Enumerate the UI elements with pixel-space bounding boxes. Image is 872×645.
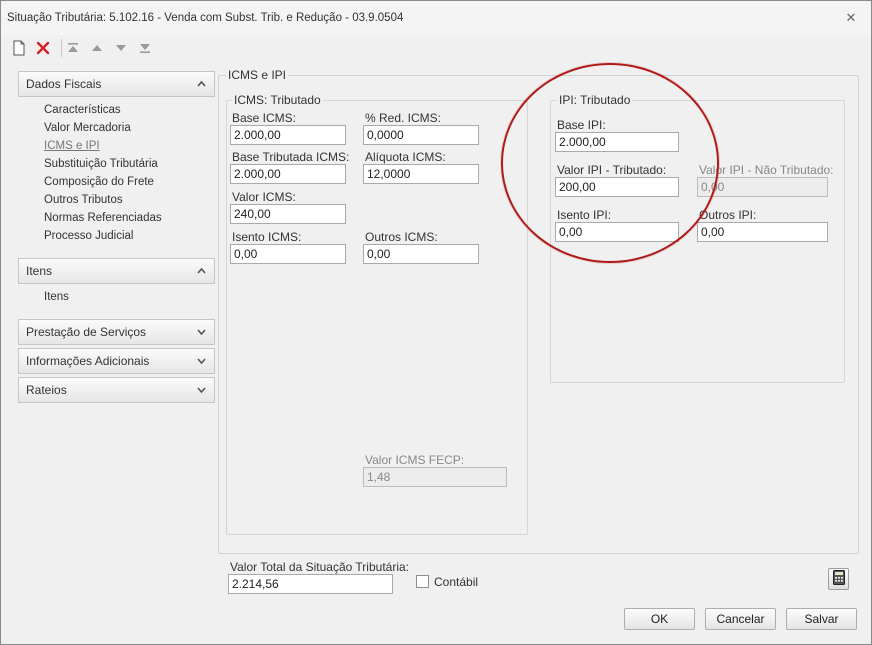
title-bar: Situação Tributária: 5.102.16 - Venda co… — [1, 1, 871, 35]
nav-section-label: Dados Fiscais — [26, 77, 102, 91]
nav-item-caracteristicas[interactable]: Características — [44, 104, 121, 116]
aliquota-icms-label: Alíquota ICMS: — [365, 150, 446, 164]
chevron-up-icon — [197, 72, 206, 104]
valor-ipi-tributado-field[interactable]: 200,00 — [555, 177, 679, 197]
valor-ipi-nao-tributado-field: 0,00 — [697, 177, 828, 197]
base-tributada-icms-label: Base Tributada ICMS: — [232, 150, 350, 164]
delete-icon[interactable] — [33, 37, 53, 59]
base-ipi-label: Base IPI: — [557, 118, 606, 132]
save-button[interactable]: Salvar — [786, 608, 857, 630]
nav-item-outros-tributos[interactable]: Outros Tributos — [44, 194, 123, 206]
window-title: Situação Tributária: 5.102.16 - Venda co… — [7, 12, 404, 24]
base-icms-label: Base ICMS: — [232, 111, 297, 125]
outros-ipi-label: Outros IPI: — [699, 208, 757, 222]
base-ipi-field[interactable]: 2.000,00 — [555, 132, 679, 152]
new-document-icon[interactable] — [9, 37, 29, 59]
nav-section-itens[interactable]: Itens — [18, 258, 215, 284]
valor-ipi-tributado-label: Valor IPI - Tributado: — [557, 163, 667, 177]
nav-item-substituicao-tributaria[interactable]: Substituição Tributária — [44, 158, 158, 170]
nav-section-label: Prestação de Serviços — [26, 325, 147, 339]
valor-total-field[interactable]: 2.214,56 — [228, 574, 393, 594]
nav-section-label: Rateios — [26, 383, 67, 397]
isento-ipi-field[interactable]: 0,00 — [555, 222, 679, 242]
icms-group-title: ICMS: Tributado — [232, 93, 323, 107]
valor-icms-field[interactable]: 240,00 — [230, 204, 346, 224]
outros-icms-field[interactable]: 0,00 — [363, 244, 479, 264]
chevron-up-icon — [197, 259, 206, 291]
base-tributada-icms-field[interactable]: 2.000,00 — [230, 164, 346, 184]
isento-icms-label: Isento ICMS: — [232, 230, 302, 244]
aliquota-icms-field[interactable]: 12,0000 — [363, 164, 479, 184]
valor-icms-fecp-field: 1,48 — [363, 467, 507, 487]
valor-total-label: Valor Total da Situação Tributária: — [230, 560, 409, 574]
move-first-icon[interactable] — [63, 37, 83, 59]
nav-section-prestacao-servicos[interactable]: Prestação de Serviços — [18, 319, 215, 345]
nav-section-label: Itens — [26, 264, 53, 278]
dialog-window: Situação Tributária: 5.102.16 - Venda co… — [0, 0, 872, 645]
base-icms-field[interactable]: 2.000,00 — [230, 125, 346, 145]
toolbar — [9, 37, 869, 59]
isento-icms-field[interactable]: 0,00 — [230, 244, 346, 264]
navigation-panel: Dados Fiscais Características Valor Merc… — [15, 67, 219, 607]
valor-ipi-nao-tributado-label: Valor IPI - Não Tributado: — [699, 163, 834, 177]
nav-item-composicao-frete[interactable]: Composição do Frete — [44, 176, 154, 188]
isento-ipi-label: Isento IPI: — [557, 208, 612, 222]
red-icms-label: % Red. ICMS: — [365, 111, 442, 125]
nav-item-icms-ipi[interactable]: ICMS e IPI — [44, 140, 100, 152]
valor-icms-label: Valor ICMS: — [232, 190, 296, 204]
chevron-down-icon — [197, 378, 206, 410]
nav-item-normas-referenciadas[interactable]: Normas Referenciadas — [44, 212, 162, 224]
move-down-icon[interactable] — [111, 37, 131, 59]
nav-item-processo-judicial[interactable]: Processo Judicial — [44, 230, 133, 242]
close-icon[interactable]: ✕ — [843, 10, 859, 26]
valor-icms-fecp-label: Valor ICMS FECP: — [365, 453, 465, 467]
nav-section-label: Informações Adicionais — [26, 354, 150, 368]
ipi-group-title: IPI: Tributado — [557, 93, 633, 107]
move-last-icon[interactable] — [135, 37, 155, 59]
nav-item-itens[interactable]: Itens — [44, 291, 69, 303]
nav-section-rateios[interactable]: Rateios — [18, 377, 215, 403]
icms-ipi-group-title: ICMS e IPI — [226, 68, 289, 82]
nav-section-dados-fiscais[interactable]: Dados Fiscais — [18, 71, 215, 97]
red-icms-field[interactable]: 0,0000 — [363, 125, 479, 145]
outros-icms-label: Outros ICMS: — [365, 230, 438, 244]
nav-item-valor-mercadoria[interactable]: Valor Mercadoria — [44, 122, 131, 134]
calculator-icon — [832, 570, 845, 588]
cancel-button[interactable]: Cancelar — [705, 608, 776, 630]
contabil-label: Contábil — [434, 575, 479, 589]
toolbar-separator — [61, 39, 62, 57]
ok-button[interactable]: OK — [624, 608, 695, 630]
outros-ipi-field[interactable]: 0,00 — [697, 222, 828, 242]
calculator-button[interactable] — [828, 568, 849, 590]
move-up-icon[interactable] — [87, 37, 107, 59]
nav-section-informacoes-adicionais[interactable]: Informações Adicionais — [18, 348, 215, 374]
contabil-checkbox[interactable] — [416, 575, 429, 588]
